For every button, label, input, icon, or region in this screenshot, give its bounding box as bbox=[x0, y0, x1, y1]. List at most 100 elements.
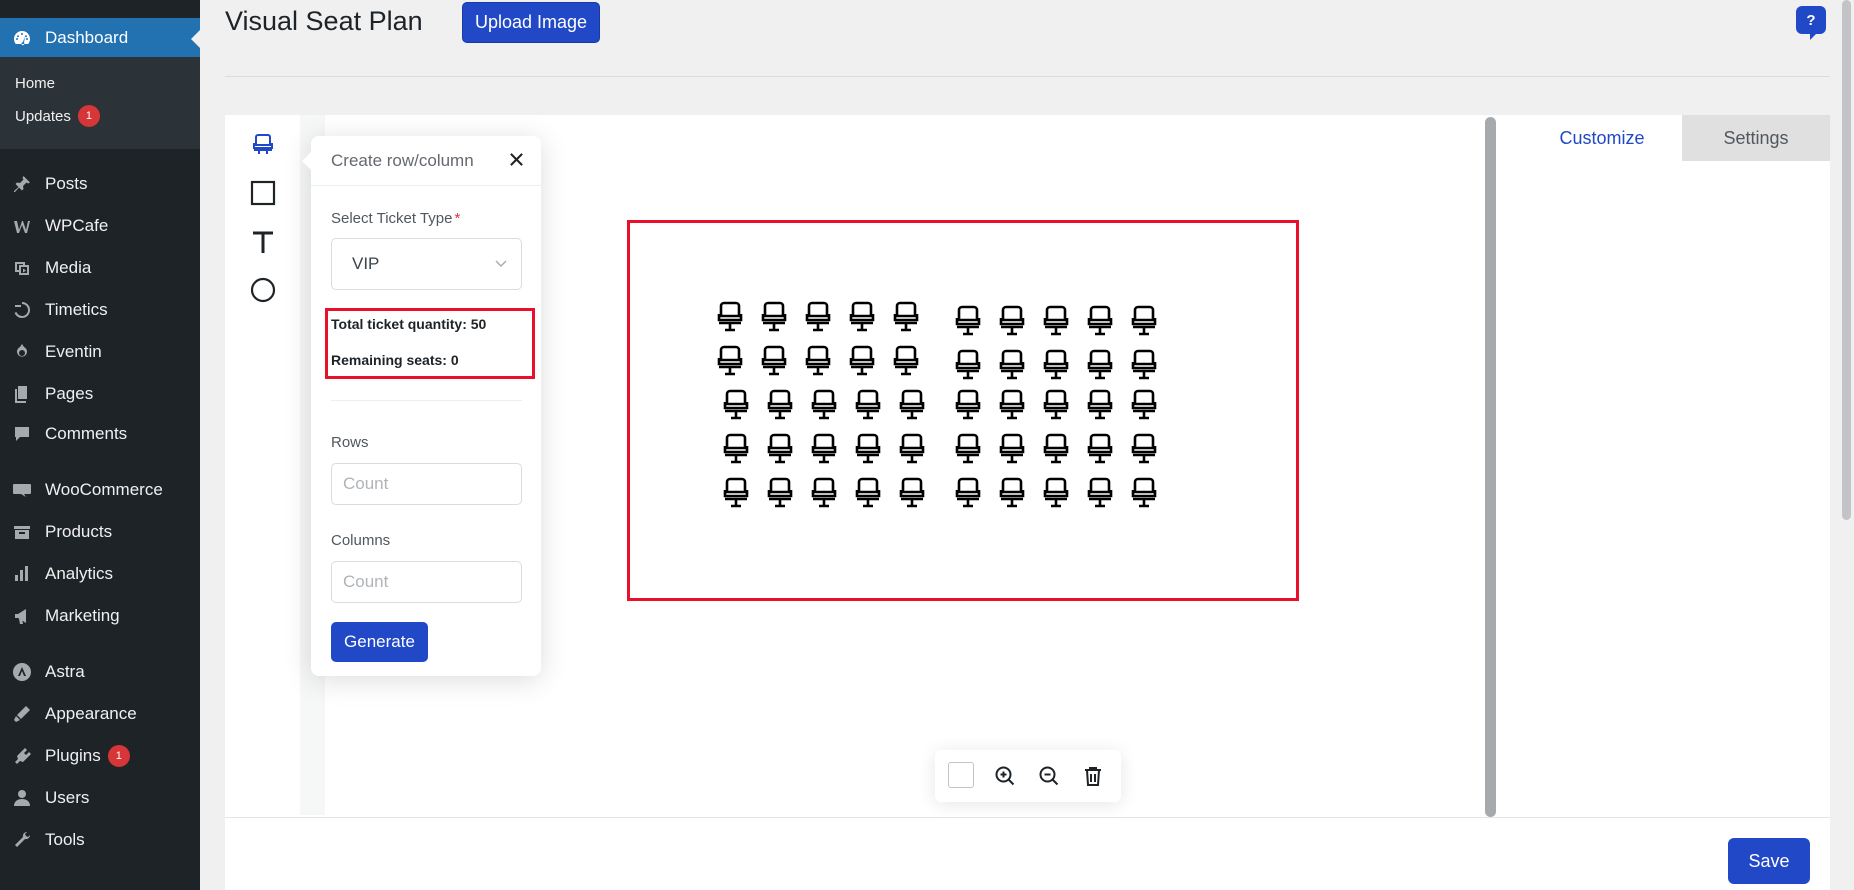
seat[interactable] bbox=[1042, 348, 1070, 380]
upload-image-button[interactable]: Upload Image bbox=[462, 2, 600, 43]
sidebar-item-comments[interactable]: Comments bbox=[0, 414, 200, 454]
seat[interactable] bbox=[1042, 432, 1070, 464]
seat[interactable] bbox=[804, 344, 832, 376]
sidebar-item-products[interactable]: Products bbox=[0, 512, 200, 552]
save-button[interactable]: Save bbox=[1728, 838, 1810, 884]
seat[interactable] bbox=[760, 344, 788, 376]
seat[interactable] bbox=[760, 300, 788, 332]
seat[interactable] bbox=[998, 304, 1026, 336]
sidebar-item-timetics[interactable]: Timetics bbox=[0, 290, 200, 330]
seat[interactable] bbox=[854, 432, 882, 464]
seat[interactable] bbox=[1042, 476, 1070, 508]
seat[interactable] bbox=[1130, 432, 1158, 464]
sidebar-item-label: Plugins bbox=[45, 746, 101, 765]
seat[interactable] bbox=[810, 388, 838, 420]
page-scrollbar[interactable] bbox=[1842, 0, 1851, 520]
update-count-badge: 1 bbox=[77, 105, 100, 127]
seat[interactable] bbox=[766, 476, 794, 508]
canvas-scrollbar[interactable] bbox=[1485, 117, 1496, 817]
seat[interactable] bbox=[854, 388, 882, 420]
seat[interactable] bbox=[954, 476, 982, 508]
sidebar-item-woocommerce[interactable]: WooCommerce bbox=[0, 470, 200, 510]
seat[interactable] bbox=[1086, 388, 1114, 420]
seat[interactable] bbox=[1086, 348, 1114, 380]
rectangle-tool[interactable] bbox=[247, 177, 279, 209]
seat[interactable] bbox=[810, 476, 838, 508]
seat[interactable] bbox=[810, 432, 838, 464]
seat[interactable] bbox=[954, 432, 982, 464]
seat-tool[interactable] bbox=[247, 128, 279, 160]
seat[interactable] bbox=[998, 476, 1026, 508]
seat[interactable] bbox=[898, 432, 926, 464]
seat[interactable] bbox=[716, 344, 744, 376]
seat-icon bbox=[1043, 349, 1069, 380]
seat[interactable] bbox=[892, 300, 920, 332]
sidebar-item-eventin[interactable]: Eventin bbox=[0, 332, 200, 372]
seat[interactable] bbox=[998, 348, 1026, 380]
close-button[interactable] bbox=[503, 146, 529, 172]
seat[interactable] bbox=[898, 388, 926, 420]
seat-icon bbox=[1087, 433, 1113, 464]
seat[interactable] bbox=[998, 432, 1026, 464]
seat[interactable] bbox=[892, 344, 920, 376]
sidebar-item-tools[interactable]: Tools bbox=[0, 820, 200, 860]
seat-icon bbox=[955, 349, 981, 380]
products-icon bbox=[11, 521, 33, 543]
generate-button[interactable]: Generate bbox=[331, 622, 428, 662]
seat[interactable] bbox=[1042, 388, 1070, 420]
submenu-item-home[interactable]: Home bbox=[15, 75, 55, 92]
seat[interactable] bbox=[998, 388, 1026, 420]
sidebar-item-media[interactable]: Media bbox=[0, 248, 200, 288]
select-all-checkbox[interactable] bbox=[948, 762, 974, 788]
seat[interactable] bbox=[954, 304, 982, 336]
seat[interactable] bbox=[954, 348, 982, 380]
zoom-in-button[interactable] bbox=[991, 762, 1019, 790]
rows-input[interactable]: Count bbox=[331, 463, 522, 505]
sidebar-item-wpcafe[interactable]: WPCafe bbox=[0, 206, 200, 246]
sidebar-item-analytics[interactable]: Analytics bbox=[0, 554, 200, 594]
sidebar-item-posts[interactable]: Posts bbox=[0, 164, 200, 204]
seat[interactable] bbox=[1130, 388, 1158, 420]
sidebar-item-astra[interactable]: Astra bbox=[0, 652, 200, 692]
seat[interactable] bbox=[1086, 476, 1114, 508]
seat[interactable] bbox=[804, 300, 832, 332]
columns-input[interactable]: Count bbox=[331, 561, 522, 603]
seat[interactable] bbox=[766, 432, 794, 464]
seat[interactable] bbox=[1130, 476, 1158, 508]
seat[interactable] bbox=[848, 300, 876, 332]
seat-icon bbox=[723, 389, 749, 420]
sidebar-item-marketing[interactable]: Marketing bbox=[0, 596, 200, 636]
submenu-item-updates[interactable]: Updates 1 bbox=[15, 105, 100, 127]
text-tool[interactable] bbox=[247, 226, 279, 258]
seat[interactable] bbox=[722, 388, 750, 420]
sidebar-item-pages[interactable]: Pages bbox=[0, 374, 200, 414]
sidebar-item-plugins[interactable]: Plugins 1 bbox=[0, 736, 200, 776]
plugins-count-badge: 1 bbox=[107, 745, 130, 767]
seat[interactable] bbox=[1086, 432, 1114, 464]
seat[interactable] bbox=[766, 388, 794, 420]
circle-tool[interactable] bbox=[247, 274, 279, 306]
seat[interactable] bbox=[854, 476, 882, 508]
seat-icon bbox=[1087, 477, 1113, 508]
seat[interactable] bbox=[1130, 348, 1158, 380]
seat[interactable] bbox=[898, 476, 926, 508]
tab-customize[interactable]: Customize bbox=[1522, 115, 1682, 161]
seat[interactable] bbox=[722, 476, 750, 508]
delete-button[interactable] bbox=[1079, 762, 1107, 790]
seat-icon bbox=[1087, 389, 1113, 420]
sidebar-item-label: WPCafe bbox=[45, 216, 109, 235]
sidebar-item-users[interactable]: Users bbox=[0, 778, 200, 818]
seat[interactable] bbox=[1042, 304, 1070, 336]
seat[interactable] bbox=[722, 432, 750, 464]
help-button[interactable]: ? bbox=[1796, 6, 1826, 40]
ticket-type-select[interactable]: VIP bbox=[331, 238, 522, 290]
sidebar-item-appearance[interactable]: Appearance bbox=[0, 694, 200, 734]
seat[interactable] bbox=[848, 344, 876, 376]
seat[interactable] bbox=[1130, 304, 1158, 336]
seat[interactable] bbox=[1086, 304, 1114, 336]
seat[interactable] bbox=[954, 388, 982, 420]
tab-settings[interactable]: Settings bbox=[1682, 115, 1830, 161]
seat[interactable] bbox=[716, 300, 744, 332]
zoom-out-button[interactable] bbox=[1035, 762, 1063, 790]
sidebar-item-dashboard[interactable]: Dashboard bbox=[0, 18, 200, 58]
